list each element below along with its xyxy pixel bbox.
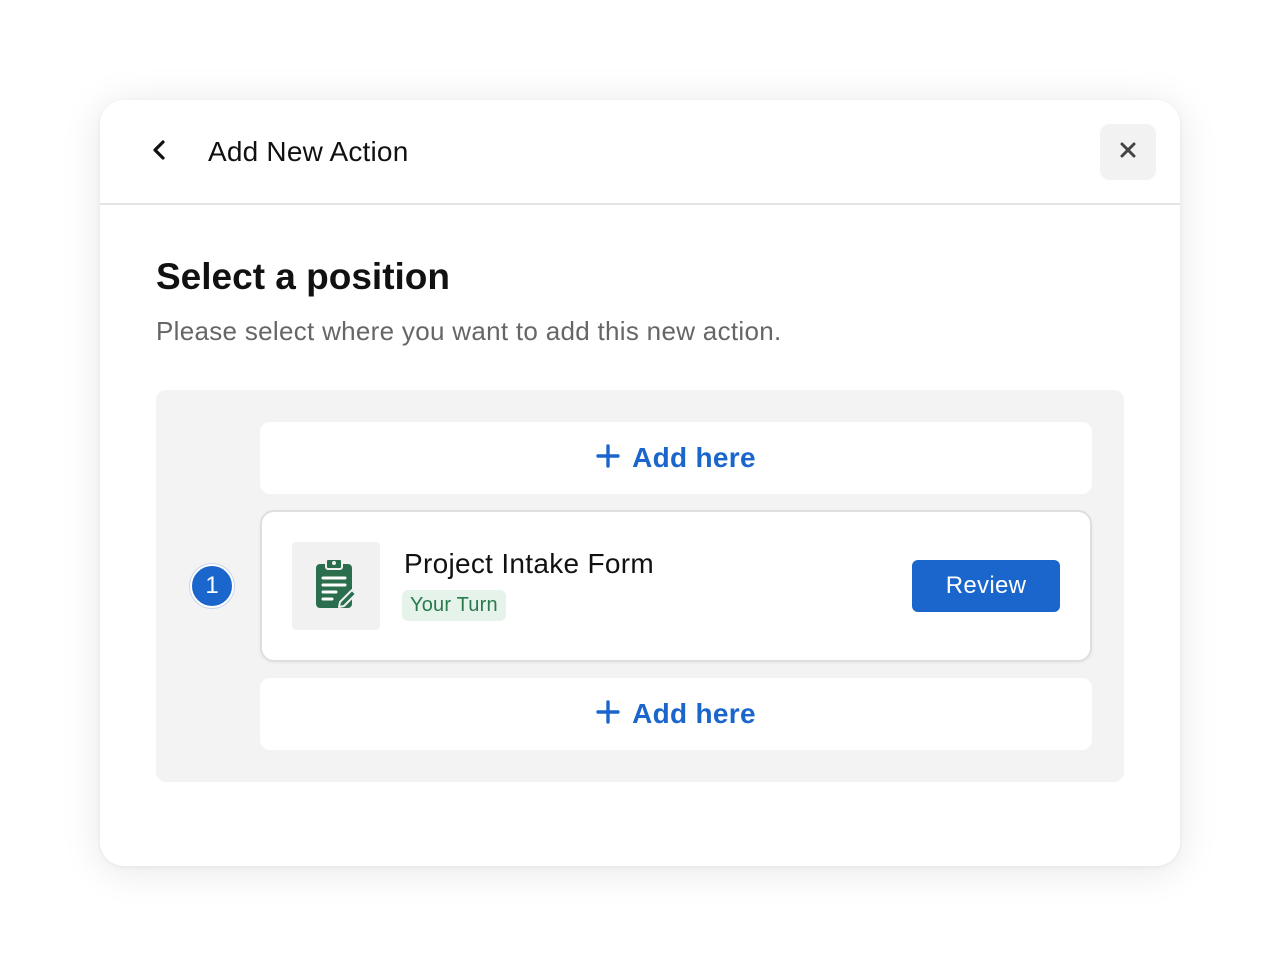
status-badge: Your Turn: [402, 590, 506, 621]
add-here-button-after[interactable]: Add here: [260, 678, 1092, 750]
add-here-button-before[interactable]: Add here: [260, 422, 1092, 494]
position-panel: Add here 1 Project Intake Form Your Turn…: [156, 390, 1124, 782]
plus-icon: [596, 699, 620, 729]
action-icon-tile: [292, 542, 380, 630]
add-action-dialog: Add New Action Select a position Please …: [100, 100, 1180, 866]
step-number-badge: 1: [190, 564, 234, 608]
plus-icon: [596, 443, 620, 473]
action-card: Project Intake Form Your Turn Review: [260, 510, 1092, 662]
dialog-header: Add New Action: [100, 100, 1180, 205]
clipboard-edit-icon: [314, 557, 358, 615]
dialog-title: Add New Action: [208, 136, 409, 167]
section-title: Select a position: [156, 256, 451, 297]
action-title: Project Intake Form: [404, 548, 655, 579]
review-button[interactable]: Review: [912, 560, 1060, 612]
add-here-label: Add here: [632, 442, 756, 473]
section-subtitle: Please select where you want to add this…: [156, 316, 782, 346]
chevron-left-icon: [150, 138, 170, 167]
add-here-label: Add here: [632, 698, 756, 729]
close-button[interactable]: [1100, 124, 1156, 180]
back-button[interactable]: [140, 132, 180, 172]
close-icon: [1119, 141, 1137, 164]
